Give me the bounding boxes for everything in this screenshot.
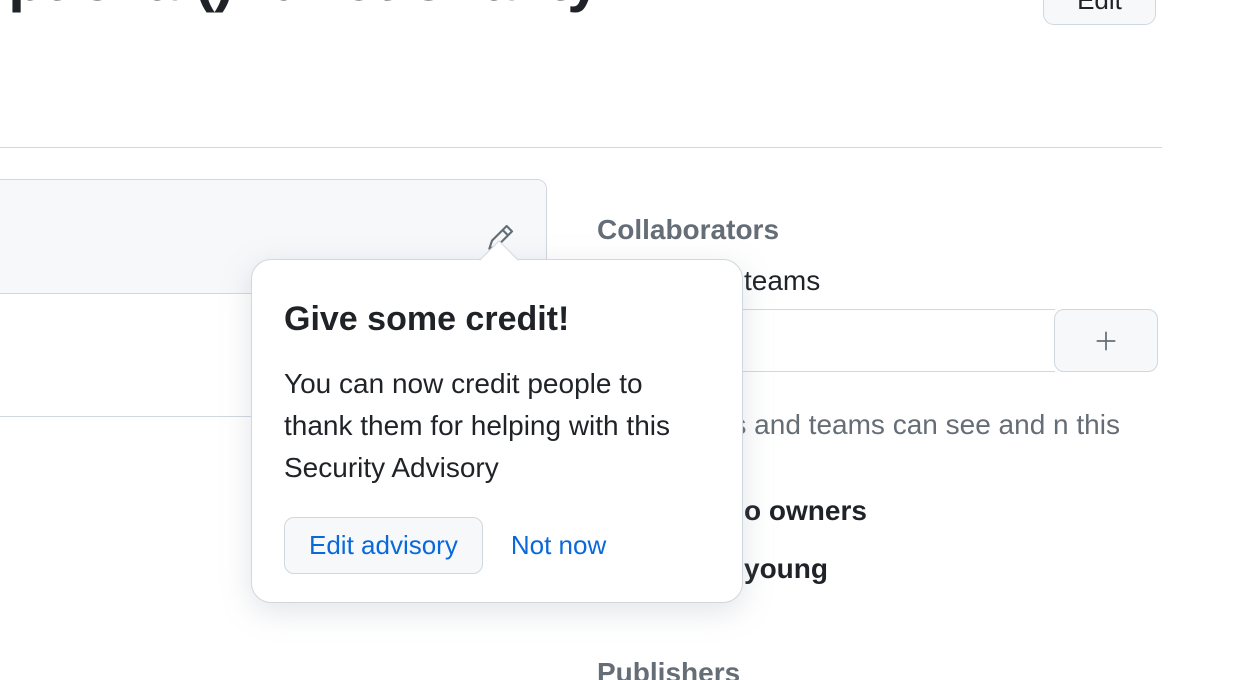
collab-entry: o owners bbox=[744, 495, 867, 527]
plus-icon bbox=[1093, 328, 1119, 354]
edit-button[interactable]: Edit bbox=[1043, 0, 1156, 25]
page-title: Javascript eval() functionality bbox=[0, 0, 600, 14]
publishers-heading: Publishers bbox=[597, 657, 740, 680]
popover-body: You can now credit people to thank them … bbox=[284, 363, 710, 489]
collaborators-heading: Collaborators bbox=[597, 214, 779, 246]
not-now-button[interactable]: Not now bbox=[511, 530, 606, 561]
collab-entry: young bbox=[744, 553, 828, 585]
add-collaborator-button[interactable] bbox=[1054, 309, 1158, 372]
credit-popover: Give some credit! You can now credit peo… bbox=[251, 259, 743, 603]
divider bbox=[0, 147, 1162, 148]
popover-actions: Edit advisory Not now bbox=[284, 517, 710, 574]
popover-title: Give some credit! bbox=[284, 300, 710, 339]
collaborators-teams-label: teams bbox=[744, 265, 820, 297]
edit-advisory-button[interactable]: Edit advisory bbox=[284, 517, 483, 574]
